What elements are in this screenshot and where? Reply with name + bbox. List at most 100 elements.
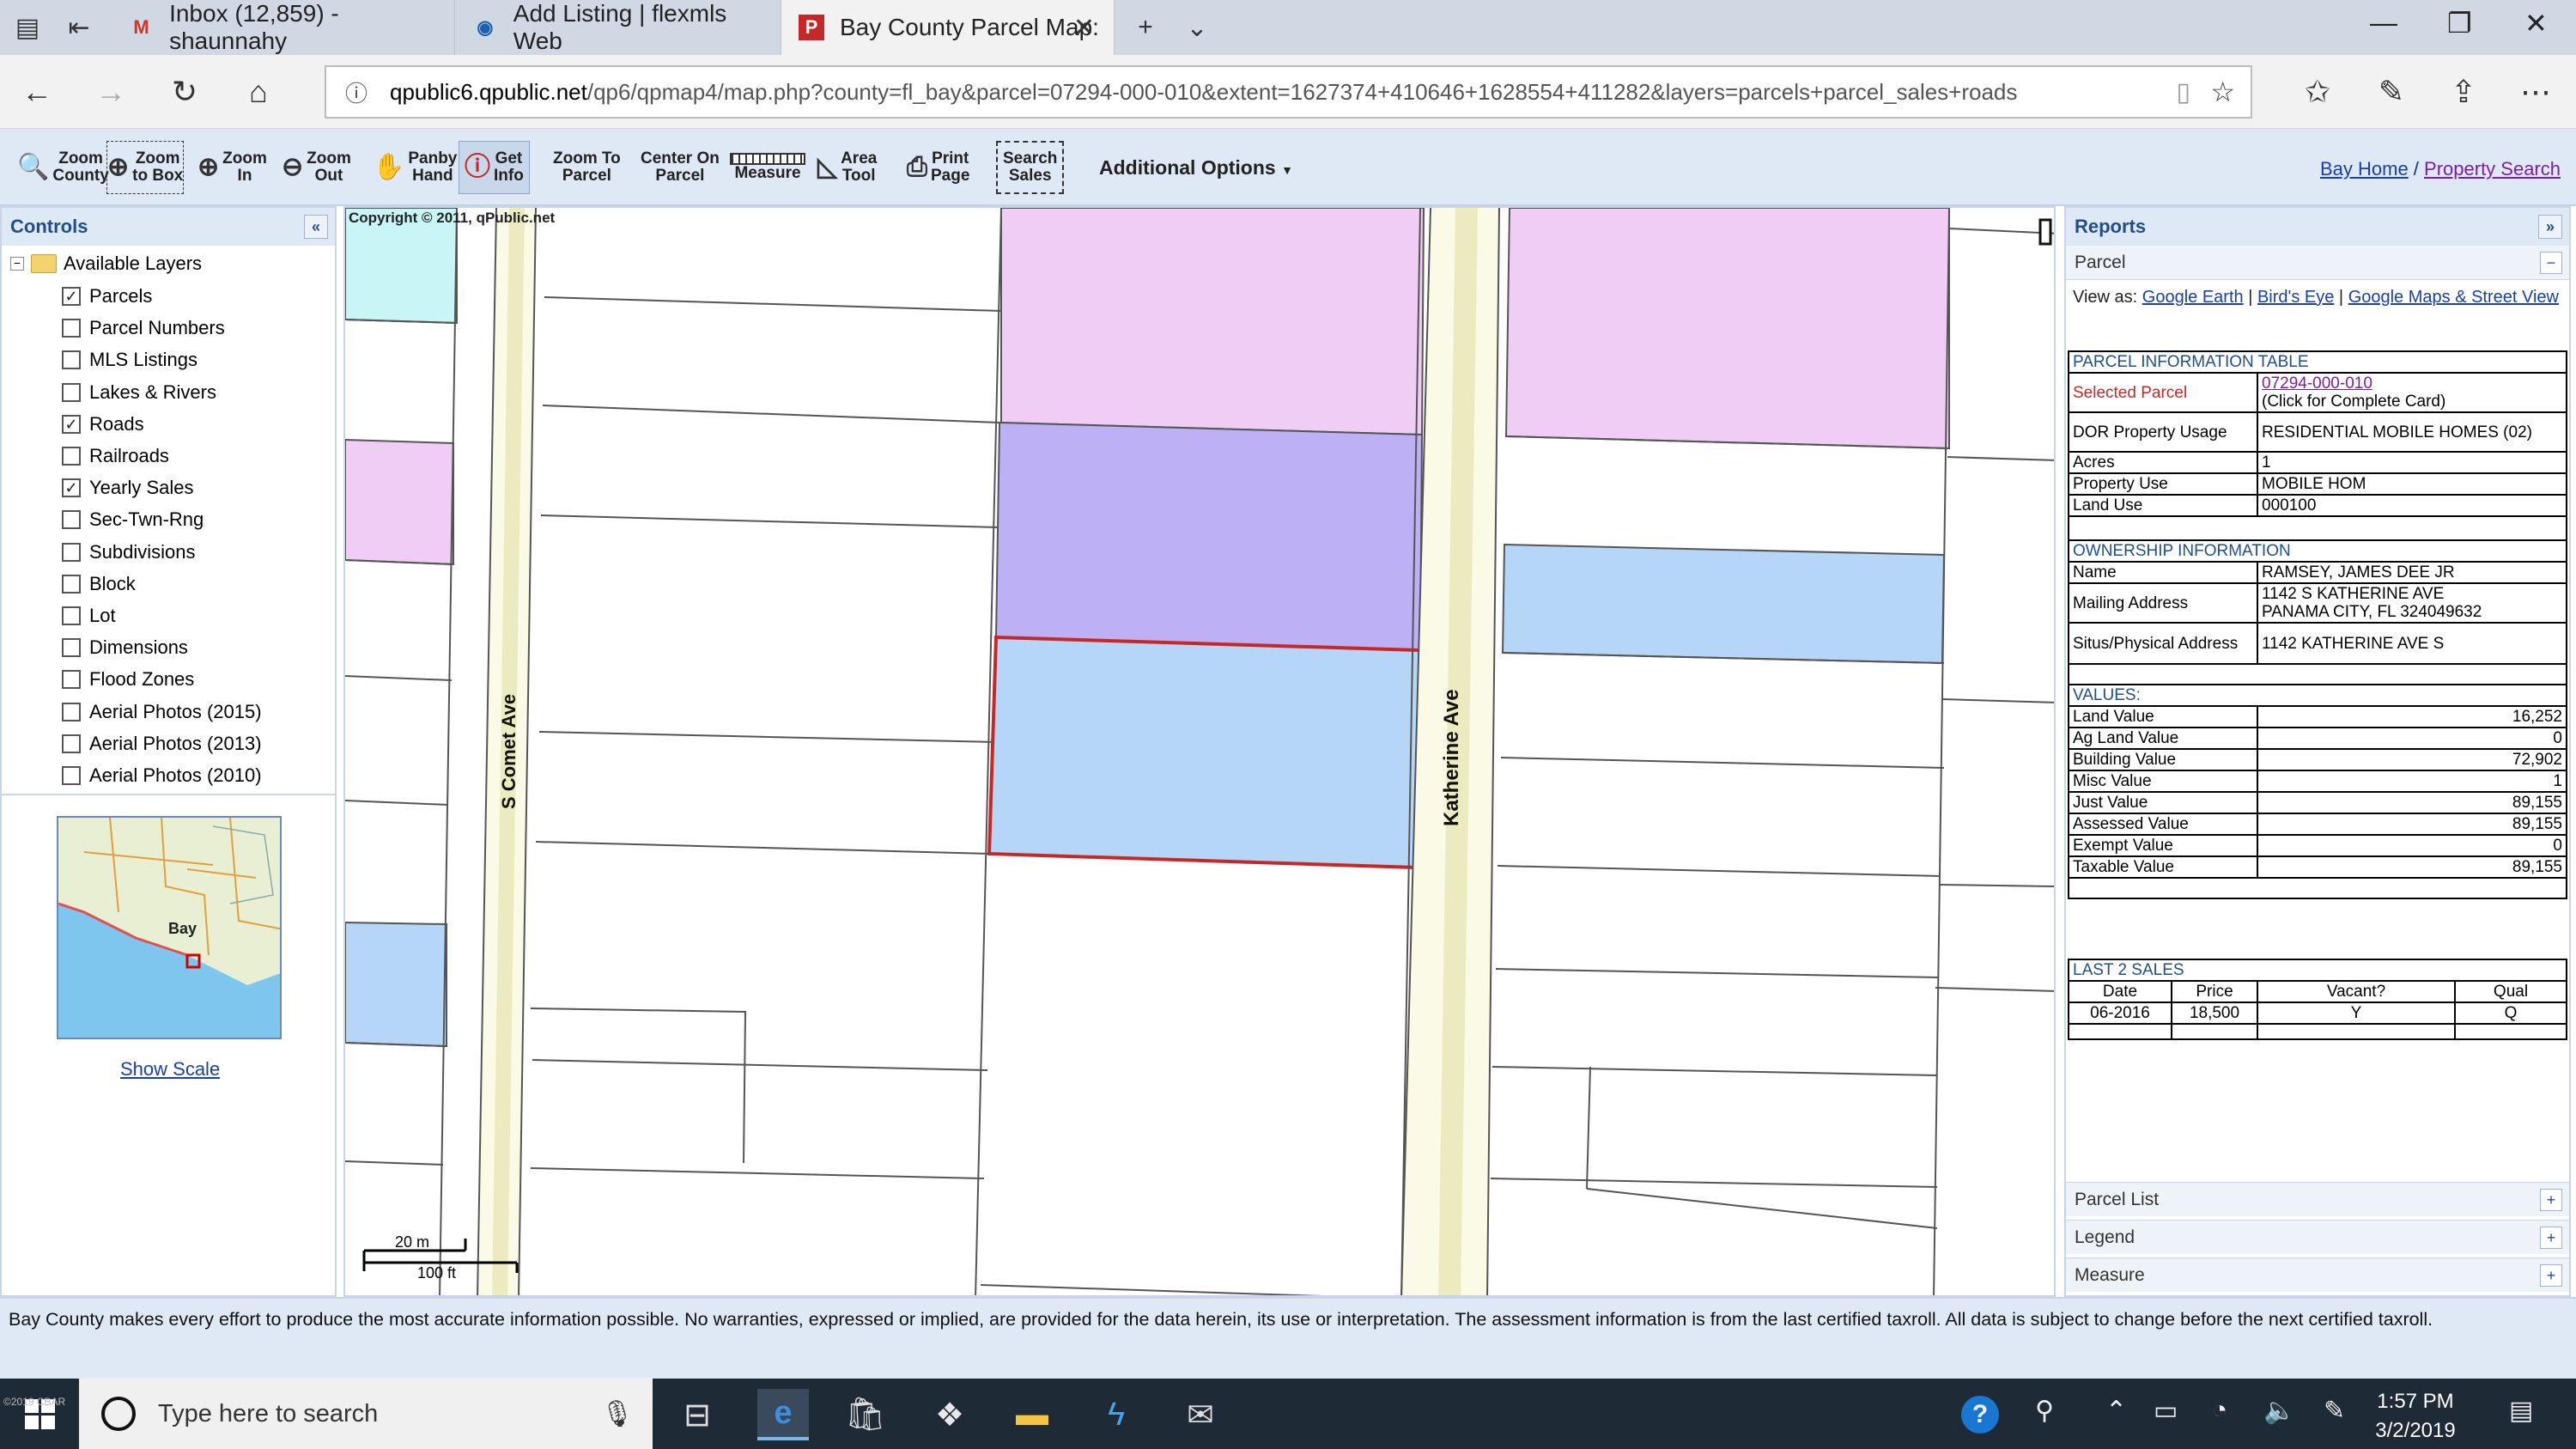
collapse-left-icon[interactable]: « — [304, 215, 328, 239]
back-icon[interactable]: ← — [17, 72, 57, 112]
search-sales-button[interactable]: Search Sales — [996, 141, 1065, 194]
tree-collapse-icon[interactable]: − — [10, 257, 24, 271]
zoom-to-parcel-button[interactable]: Zoom To Parcel — [553, 141, 621, 194]
parcel-list-section[interactable]: Parcel List + — [2066, 1182, 2569, 1216]
microphone-icon[interactable]: 🎙 — [601, 1399, 634, 1429]
people-icon[interactable]: ⚲ — [2035, 1396, 2054, 1426]
sale-parcel-purple[interactable] — [994, 421, 1424, 652]
collapse-right-icon[interactable]: » — [2538, 215, 2562, 239]
measure-section[interactable]: Measure + — [2066, 1257, 2569, 1292]
parcel-section-header[interactable]: Parcel − — [2066, 246, 2569, 280]
help-icon[interactable]: ? — [1961, 1396, 1999, 1434]
checkbox-icon[interactable] — [62, 734, 81, 753]
property-search-link[interactable]: Property Search — [2424, 158, 2561, 180]
checkbox-icon[interactable] — [62, 670, 81, 690]
checkbox-icon[interactable] — [62, 447, 81, 466]
map-slider-handle[interactable] — [2038, 218, 2052, 246]
sale-parcel-pink[interactable] — [345, 438, 454, 566]
set-tabs-aside-icon[interactable]: ⇤ — [60, 9, 98, 46]
zoom-county-button[interactable]: 🔍 Zoom County — [17, 141, 109, 194]
zoom-out-button[interactable]: ⊖ Zoom Out — [282, 141, 351, 194]
expand-icon[interactable]: + — [2540, 1264, 2562, 1287]
file-explorer-icon[interactable]: ▬ — [1006, 1389, 1058, 1440]
available-layers-node[interactable]: − Available Layers — [10, 253, 202, 275]
layer-item[interactable]: Lot — [62, 605, 116, 627]
parcel-card-link[interactable]: 07294-000-010 — [2262, 374, 2372, 393]
wifi-icon[interactable]: ◔ — [2212, 1396, 2227, 1425]
expand-icon[interactable]: + — [2540, 1189, 2562, 1211]
taskbar-search-box[interactable]: Type here to search 🎙 — [79, 1379, 653, 1449]
layer-item[interactable]: Aerial Photos (2015) — [62, 701, 262, 723]
pen-workspace-icon[interactable]: ✎ — [2324, 1396, 2345, 1426]
checkbox-icon[interactable] — [62, 574, 81, 594]
google-maps-link[interactable]: Google Maps & Street View — [2348, 288, 2559, 307]
app-lightning-icon[interactable]: ϟ — [1091, 1389, 1142, 1440]
collapse-section-icon[interactable]: − — [2540, 252, 2562, 274]
zoom-box-button[interactable]: ⊕ Zoom to Box — [106, 141, 185, 194]
zoom-in-button[interactable]: ⊕ Zoom In — [197, 141, 267, 194]
expand-icon[interactable]: + — [2540, 1227, 2562, 1249]
center-on-parcel-button[interactable]: Center On Parcel — [641, 141, 720, 194]
layer-item[interactable]: Subdivisions — [62, 541, 196, 563]
pen-icon[interactable]: ✎ — [2372, 72, 2411, 112]
tray-chevron-icon[interactable]: ⌃ — [2105, 1396, 2127, 1426]
sale-parcel-blue[interactable] — [1501, 543, 1946, 665]
refresh-icon[interactable]: ↻ — [165, 72, 204, 112]
close-window-icon[interactable]: ✕ — [2524, 7, 2548, 40]
layer-item[interactable]: Sec-Twn-Rng — [62, 508, 204, 531]
new-tab-icon[interactable]: + — [1127, 9, 1164, 46]
url-field[interactable]: ⓘ qpublic6.qpublic.net/qp6/qpmap4/map.ph… — [325, 65, 2252, 119]
home-icon[interactable]: ⌂ — [239, 72, 278, 112]
dropbox-icon[interactable]: ❖ — [924, 1389, 975, 1440]
parcel-map[interactable]: 20 m 100 ft S Comet Ave Katherine Ave Co… — [343, 206, 2056, 1297]
tab-flexmls[interactable]: ◉ Add Listing | flexmls Web — [455, 0, 781, 55]
edge-browser-icon[interactable]: e — [757, 1389, 809, 1440]
pan-hand-button[interactable]: ✋ Panby Hand — [373, 141, 457, 194]
layer-item[interactable]: MLS Listings — [62, 349, 197, 371]
layer-item[interactable]: Railroads — [62, 445, 169, 467]
mail-icon[interactable]: ✉ — [1175, 1389, 1226, 1440]
overview-minimap[interactable]: Bay — [57, 816, 282, 1039]
checkbox-icon[interactable] — [62, 510, 81, 530]
favorites-icon[interactable]: ✩ — [2298, 72, 2337, 112]
volume-icon[interactable]: 🔈 — [2263, 1396, 2295, 1426]
measure-button[interactable]: Measure — [730, 141, 805, 194]
layer-item[interactable]: Aerial Photos (2010) — [62, 764, 262, 787]
start-button[interactable] — [0, 1379, 79, 1449]
google-earth-link[interactable]: Google Earth — [2142, 288, 2244, 307]
tab-bay-county[interactable]: P Bay County Parcel Map: ✕ — [781, 0, 1115, 55]
favorite-star-icon[interactable]: ☆ — [2210, 76, 2235, 108]
reading-view-icon[interactable]: ▯ — [2176, 77, 2190, 107]
checkbox-icon[interactable] — [62, 702, 81, 721]
checkbox-icon[interactable] — [62, 319, 81, 338]
bay-home-link[interactable]: Bay Home — [2320, 158, 2409, 180]
sale-parcel-blue[interactable] — [345, 921, 447, 1048]
action-center-icon[interactable]: ▤ — [2509, 1396, 2533, 1426]
layer-item[interactable]: ✓ Yearly Sales — [62, 477, 193, 499]
site-info-icon[interactable]: ⓘ — [345, 76, 368, 108]
additional-options-menu[interactable]: Additional Options ▼ — [1099, 156, 1293, 180]
forward-icon[interactable]: → — [91, 72, 131, 112]
get-info-button[interactable]: ⓘ Get Info — [459, 141, 530, 194]
store-icon[interactable]: 🛍 — [840, 1389, 891, 1440]
task-view-icon[interactable]: ⊟ — [671, 1389, 723, 1440]
layer-item[interactable]: Flood Zones — [62, 668, 194, 691]
checkbox-checked-icon[interactable]: ✓ — [62, 478, 81, 498]
print-page-button[interactable]: ⎙ Print Page — [907, 141, 969, 194]
checkbox-icon[interactable] — [62, 542, 81, 562]
layer-item[interactable]: Parcel Numbers — [62, 317, 225, 339]
show-scale-link[interactable]: Show Scale — [120, 1058, 220, 1081]
share-icon[interactable]: ⇪ — [2444, 72, 2483, 112]
restore-icon[interactable]: ❐ — [2447, 7, 2472, 40]
minimize-icon[interactable]: — — [2370, 7, 2397, 39]
tab-list-icon[interactable]: ⌄ — [1178, 9, 1216, 46]
sale-parcel-pink[interactable] — [1000, 208, 1425, 436]
legend-section[interactable]: Legend + — [2066, 1220, 2569, 1254]
map-canvas[interactable]: 20 m 100 ft S Comet Ave Katherine Ave — [345, 208, 2056, 1297]
layer-item[interactable]: Dimensions — [62, 636, 188, 659]
checkbox-icon[interactable] — [62, 766, 81, 785]
layer-item[interactable]: Aerial Photos (2013) — [62, 733, 262, 755]
checkbox-checked-icon[interactable]: ✓ — [62, 414, 81, 434]
checkbox-icon[interactable] — [62, 350, 81, 370]
area-tool-button[interactable]: ◺ Area Tool — [817, 141, 877, 194]
